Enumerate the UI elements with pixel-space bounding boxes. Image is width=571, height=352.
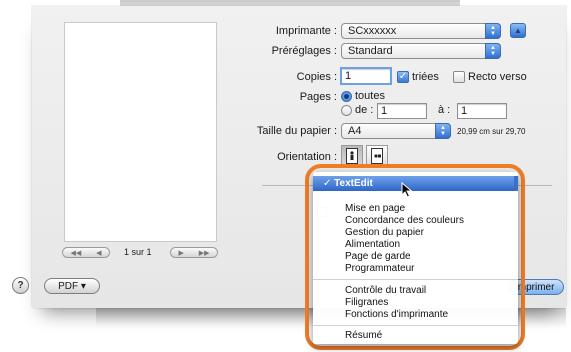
printer-label: Imprimante :	[275, 25, 337, 37]
menu-scroll-indicator	[514, 176, 518, 191]
pages-all-radio[interactable]	[341, 91, 352, 102]
menu-separator	[313, 279, 518, 280]
question-mark-icon: ?	[17, 280, 24, 291]
page-counter: 1 sur 1	[124, 247, 152, 257]
duplex-label: Recto verso	[468, 71, 527, 83]
portrait-page-icon	[346, 148, 358, 164]
paper-size-dimensions: 20,99 cm sur 29,70	[457, 127, 526, 136]
copies-label: Copies :	[296, 71, 337, 83]
pages-from-field[interactable]: 1	[377, 103, 427, 119]
orientation-label: Orientation :	[277, 151, 337, 163]
paper-size-popup[interactable]: A4 ▲ ▼	[341, 123, 451, 139]
mouse-pointer-icon	[401, 182, 413, 198]
landscape-page-icon	[371, 148, 383, 164]
up-down-arrows-icon: ▲ ▼	[435, 123, 451, 139]
pages-label: Pages :	[299, 91, 337, 103]
pages-to-label: à :	[438, 104, 451, 116]
menu-item-gestion-papier[interactable]: Gestion du papier	[313, 227, 518, 239]
paper-size-label: Taille du papier :	[256, 125, 337, 137]
collated-label: triées	[412, 71, 439, 83]
menu-separator	[313, 325, 518, 326]
copies-field[interactable]: 1	[340, 67, 392, 85]
menu-item-mise-en-page[interactable]: Mise en page	[313, 203, 518, 215]
menu-item-textedit[interactable]: ✓ TextEdit	[313, 176, 518, 191]
collated-checkbox[interactable]: ✓	[397, 71, 409, 83]
menu-item-alimentation[interactable]: Alimentation	[313, 239, 518, 251]
menu-item-page-de-garde[interactable]: Page de garde	[313, 251, 518, 263]
next-page-icon[interactable]: ▶	[178, 249, 183, 257]
pdf-menu-button[interactable]: PDF ▾	[44, 278, 100, 294]
disclosure-triangle-icon[interactable]: ▲	[510, 23, 526, 38]
menu-item-controle-travail[interactable]: Contrôle du travail	[313, 285, 518, 297]
menu-item-concordance-couleurs[interactable]: Concordance des couleurs	[313, 215, 518, 227]
preview-nav-forward[interactable]: ▶ ▶▶	[170, 247, 218, 258]
up-down-arrows-icon: ▲ ▼	[485, 23, 501, 39]
pages-range-radio[interactable]	[341, 105, 352, 116]
presets-popup[interactable]: Standard ▲ ▼	[341, 43, 501, 59]
pages-all-label: toutes	[355, 90, 385, 102]
printer-popup[interactable]: SCxxxxxx ▲ ▼	[341, 23, 501, 39]
menu-item-fonctions-imprimante[interactable]: Fonctions d'imprimante	[313, 309, 518, 321]
menu-item-resume[interactable]: Résumé	[313, 330, 518, 342]
printer-value: SCxxxxxx	[348, 25, 397, 37]
pages-from-label: de :	[355, 104, 374, 116]
up-down-arrows-icon: ▲ ▼	[485, 43, 501, 59]
presets-value: Standard	[348, 45, 393, 57]
menu-item-programmateur[interactable]: Programmateur	[313, 263, 518, 275]
help-button[interactable]: ?	[12, 277, 29, 294]
pages-to-field[interactable]: 1	[457, 103, 507, 119]
page-preview	[64, 22, 217, 242]
last-page-icon[interactable]: ▶▶	[199, 249, 210, 257]
panel-popup-menu: ✓ TextEdit Mise en page Concordance des …	[313, 172, 518, 344]
duplex-checkbox[interactable]	[453, 71, 465, 83]
presets-label: Préréglages :	[271, 45, 337, 57]
preview-nav-back[interactable]: ◀◀ ◀	[62, 247, 110, 258]
paper-size-value: A4	[348, 125, 362, 137]
menu-item-filigranes[interactable]: Filigranes	[313, 297, 518, 309]
previous-page-icon[interactable]: ◀	[96, 249, 101, 257]
first-page-icon[interactable]: ◀◀	[70, 249, 81, 257]
